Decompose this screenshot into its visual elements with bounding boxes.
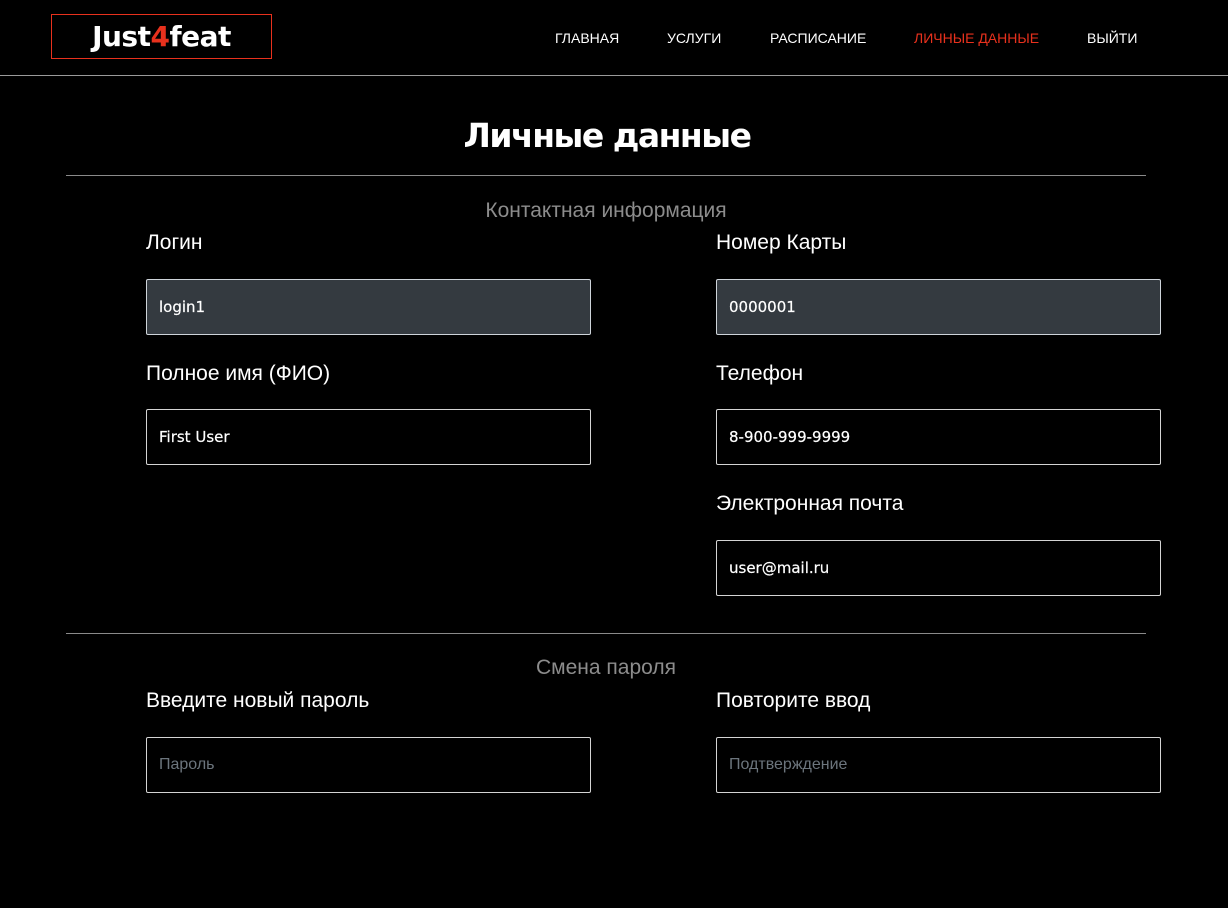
password-section-title: Смена пароля	[536, 656, 676, 679]
new-password-field[interactable]	[146, 737, 591, 793]
nav-link-home[interactable]: ГЛАВНАЯ	[555, 29, 619, 47]
new-password-label: Введите новый пароль	[146, 689, 370, 712]
confirm-password-field[interactable]	[716, 737, 1161, 793]
email-label: Электронная почта	[716, 492, 904, 515]
card-number-label: Номер Карты	[716, 231, 847, 254]
nav-link-schedule[interactable]: РАСПИСАНИЕ	[770, 29, 866, 47]
page-title: Личные данные	[463, 116, 752, 155]
nav-link-services[interactable]: УСЛУГИ	[667, 29, 721, 47]
divider-top	[66, 175, 1146, 176]
full-name-label: Полное имя (ФИО)	[146, 362, 331, 385]
contact-section-title: Контактная информация	[485, 199, 727, 222]
nav-link-personal-data[interactable]: ЛИЧНЫЕ ДАННЫЕ	[914, 29, 1039, 47]
login-label: Логин	[146, 231, 203, 254]
email-field[interactable]	[716, 540, 1161, 596]
main-nav: ГЛАВНАЯ УСЛУГИ РАСПИСАНИЕ ЛИЧНЫЕ ДАННЫЕ …	[0, 29, 1228, 47]
nav-link-logout[interactable]: ВЫЙТИ	[1087, 29, 1137, 47]
phone-field[interactable]	[716, 409, 1161, 465]
login-field[interactable]	[146, 279, 591, 335]
full-name-field[interactable]	[146, 409, 591, 465]
card-number-field[interactable]	[716, 279, 1161, 335]
divider-middle	[66, 633, 1146, 634]
site-header: Just 4 feat ГЛАВНАЯ УСЛУГИ РАСПИСАНИЕ ЛИЧН…	[0, 0, 1228, 76]
confirm-password-label: Повторите ввод	[716, 689, 871, 712]
phone-label: Телефон	[716, 362, 804, 385]
